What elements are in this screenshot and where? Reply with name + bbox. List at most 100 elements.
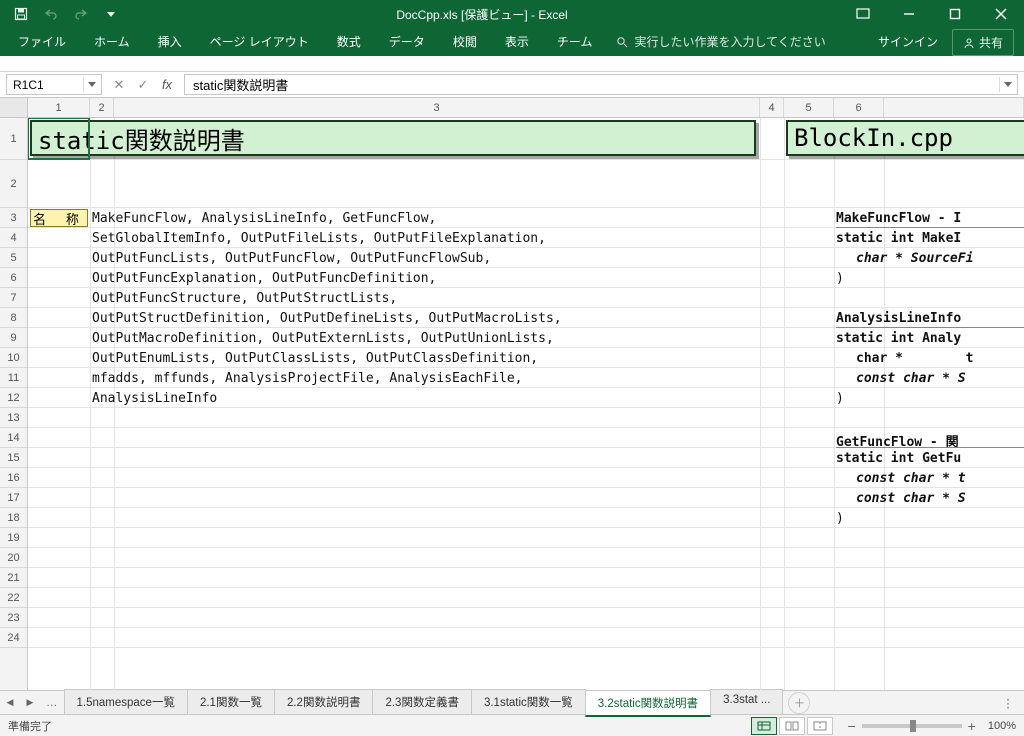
cells-viewport[interactable]: static関数説明書BlockIn.cpp名 称MakeFuncFlow, A… xyxy=(28,118,1024,690)
tab-review[interactable]: 校閲 xyxy=(439,27,491,56)
sheet-tab[interactable]: 2.2関数説明書 xyxy=(274,689,374,716)
quick-access-toolbar xyxy=(0,3,124,25)
tab-formulas[interactable]: 数式 xyxy=(323,27,375,56)
row-header[interactable]: 2 xyxy=(0,160,27,208)
select-all-corner[interactable] xyxy=(0,98,28,117)
tab-home[interactable]: ホーム xyxy=(80,27,144,56)
code-block-line: char * t xyxy=(856,351,973,366)
row-header[interactable]: 17 xyxy=(0,488,27,508)
sheet-tab[interactable]: 2.3関数定義書 xyxy=(372,689,472,716)
zoom-slider[interactable] xyxy=(862,724,962,728)
view-page-layout-icon[interactable] xyxy=(779,717,805,735)
row-header[interactable]: 14 xyxy=(0,428,27,448)
row-header[interactable]: 5 xyxy=(0,248,27,268)
tab-team[interactable]: チーム xyxy=(543,27,607,56)
formula-value: static関数説明書 xyxy=(193,75,288,94)
code-block-title: AnalysisLineInfo xyxy=(836,311,961,326)
code-block-line: const char * S xyxy=(856,371,966,386)
tab-file[interactable]: ファイル xyxy=(4,27,80,56)
row-header[interactable]: 7 xyxy=(0,288,27,308)
view-normal-icon[interactable] xyxy=(751,717,777,735)
row-header[interactable]: 6 xyxy=(0,268,27,288)
row-header[interactable]: 24 xyxy=(0,628,27,648)
view-page-break-icon[interactable] xyxy=(807,717,833,735)
row-header[interactable]: 3 xyxy=(0,208,27,228)
new-sheet-button[interactable]: ＋ xyxy=(788,692,810,714)
fx-icon[interactable]: fx xyxy=(156,77,178,92)
row-header[interactable]: 8 xyxy=(0,308,27,328)
row-header[interactable]: 9 xyxy=(0,328,27,348)
code-block-line: static int MakeI xyxy=(836,231,961,246)
tab-page-layout[interactable]: ページ レイアウト xyxy=(196,27,323,56)
row-header[interactable]: 18 xyxy=(0,508,27,528)
tabs-menu-icon[interactable]: ⋮ xyxy=(998,693,1018,713)
row-header[interactable]: 1 xyxy=(0,118,27,160)
name-box-dropdown-icon[interactable] xyxy=(83,77,99,92)
func-list-line: OutPutFuncExplanation, OutPutFuncDefinit… xyxy=(92,271,436,286)
sheet-tabs-bar: ◄ ► … 1.5namespace一覧2.1関数一覧2.2関数説明書2.3関数… xyxy=(0,690,1024,714)
column-header[interactable] xyxy=(884,98,1024,117)
qat-customize-icon[interactable] xyxy=(98,3,124,25)
tab-view[interactable]: 表示 xyxy=(491,27,543,56)
row-header[interactable]: 10 xyxy=(0,348,27,368)
ribbon-display-icon[interactable] xyxy=(840,0,886,28)
sheet-title-left: static関数説明書 xyxy=(30,120,756,156)
row-header[interactable]: 13 xyxy=(0,408,27,428)
row-header[interactable]: 16 xyxy=(0,468,27,488)
code-block-line: ) xyxy=(836,391,844,406)
row-header[interactable]: 19 xyxy=(0,528,27,548)
status-bar: 準備完了 − + 100% xyxy=(0,714,1024,736)
save-icon[interactable] xyxy=(8,3,34,25)
status-ready: 準備完了 xyxy=(8,718,52,734)
title-bar: DocCpp.xls [保護ビュー] - Excel xyxy=(0,0,1024,28)
column-header[interactable]: 4 xyxy=(760,98,784,117)
column-header[interactable]: 2 xyxy=(90,98,114,117)
enter-formula-icon[interactable]: ✓ xyxy=(132,77,154,93)
func-list-line: AnalysisLineInfo xyxy=(92,391,217,406)
row-header[interactable]: 21 xyxy=(0,568,27,588)
sheet-tab[interactable]: 3.2static関数説明書 xyxy=(585,690,711,717)
redo-icon[interactable] xyxy=(68,3,94,25)
zoom-controls: − + 100% xyxy=(847,718,1016,734)
row-header[interactable]: 4 xyxy=(0,228,27,248)
minimize-icon[interactable] xyxy=(886,0,932,28)
column-header[interactable]: 3 xyxy=(114,98,760,117)
sheet-tab[interactable]: 2.1関数一覧 xyxy=(187,689,275,716)
name-box[interactable]: R1C1 xyxy=(6,74,102,95)
tab-data[interactable]: データ xyxy=(375,27,439,56)
row-header[interactable]: 11 xyxy=(0,368,27,388)
row-header[interactable]: 15 xyxy=(0,448,27,468)
row-header[interactable]: 23 xyxy=(0,608,27,628)
signin-link[interactable]: サインイン xyxy=(864,27,952,56)
func-list-line: MakeFuncFlow, AnalysisLineInfo, GetFuncF… xyxy=(92,211,436,226)
zoom-in-icon[interactable]: + xyxy=(968,718,976,734)
formula-buttons: ✕ ✓ fx xyxy=(102,72,184,97)
sheet-nav-next-icon[interactable]: ► xyxy=(20,693,40,713)
sheet-tab[interactable]: 1.5namespace一覧 xyxy=(64,689,188,716)
row-header[interactable]: 20 xyxy=(0,548,27,568)
cancel-formula-icon[interactable]: ✕ xyxy=(108,77,130,93)
sheet-tab[interactable]: 3.1static関数一覧 xyxy=(471,689,586,716)
func-list-line: OutPutFuncStructure, OutPutStructLists, xyxy=(92,291,397,306)
column-header[interactable]: 1 xyxy=(28,98,90,117)
close-icon[interactable] xyxy=(978,0,1024,28)
ribbon-tabs: ファイル ホーム 挿入 ページ レイアウト 数式 データ 校閲 表示 チーム 実… xyxy=(0,28,1024,56)
maximize-icon[interactable] xyxy=(932,0,978,28)
tab-insert[interactable]: 挿入 xyxy=(144,27,196,56)
row-header[interactable]: 12 xyxy=(0,388,27,408)
column-header[interactable]: 5 xyxy=(784,98,834,117)
share-button[interactable]: 共有 xyxy=(952,29,1014,56)
formula-expand-icon[interactable] xyxy=(999,77,1015,92)
sheet-nav-more[interactable]: … xyxy=(40,697,64,709)
sheet-tab[interactable]: 3.3stat ... xyxy=(710,689,783,716)
undo-icon[interactable] xyxy=(38,3,64,25)
column-header[interactable]: 6 xyxy=(834,98,884,117)
func-list-line: OutPutMacroDefinition, OutPutExternLists… xyxy=(92,331,554,346)
sheet-nav-prev-icon[interactable]: ◄ xyxy=(0,693,20,713)
tellme-search[interactable]: 実行したい作業を入力してください xyxy=(606,27,835,56)
row-header[interactable]: 22 xyxy=(0,588,27,608)
formula-input[interactable]: static関数説明書 xyxy=(184,74,1018,95)
zoom-out-icon[interactable]: − xyxy=(847,718,855,734)
func-list-line: OutPutFuncLists, OutPutFuncFlow, OutPutF… xyxy=(92,251,491,266)
zoom-level[interactable]: 100% xyxy=(988,720,1016,732)
